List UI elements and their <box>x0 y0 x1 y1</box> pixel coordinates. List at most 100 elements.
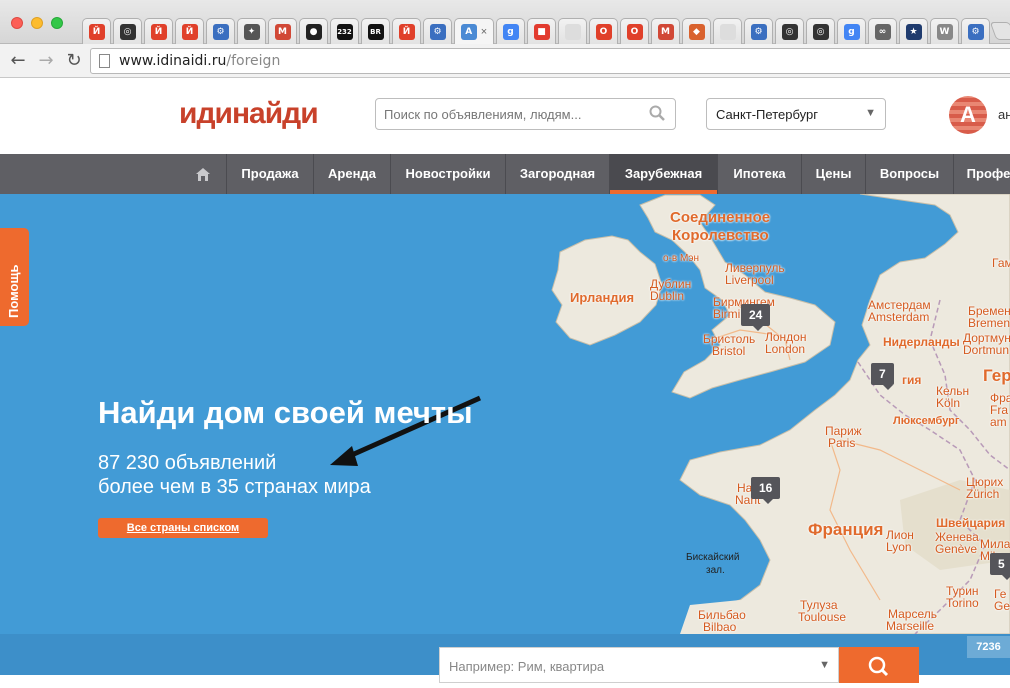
site-search-input[interactable]: Поиск по объявлениям, людям... <box>375 98 676 130</box>
browser-tab[interactable]: O <box>589 18 618 44</box>
nav-item-mortgage[interactable]: Ипотека <box>717 154 801 194</box>
map-marker-uk[interactable]: 24 <box>741 304 771 331</box>
browser-tab[interactable]: g <box>837 18 866 44</box>
foreign-search-placeholder: Например: Рим, квартира <box>449 659 605 674</box>
reload-icon[interactable]: ↻ <box>64 51 84 71</box>
nav-item-foreign[interactable]: Зарубежная <box>609 154 717 194</box>
yandex-icon: Й <box>398 23 415 40</box>
map-label-genoa-part-2: Ge <box>994 599 1010 613</box>
browser-tab[interactable]: M <box>651 18 680 44</box>
map-marker-benelux[interactable]: 7 <box>871 363 894 390</box>
map-label-bremen-en: Bremen <box>968 316 1010 330</box>
browser-tab[interactable]: ★ <box>899 18 928 44</box>
site-logo[interactable]: идинайди <box>179 97 319 131</box>
zoom-window-button[interactable] <box>51 17 63 29</box>
nav-item-prices[interactable]: Цены <box>801 154 865 194</box>
map-label-biscay-2: зал. <box>706 565 725 576</box>
url-text: www.idinaidi.ru/foreign <box>119 53 280 69</box>
city-select[interactable]: Санкт-Петербург ▼ <box>706 98 886 130</box>
chevron-down-icon: ▼ <box>865 107 876 119</box>
map-marker-italy[interactable]: 5 <box>990 553 1010 580</box>
br-icon: BR <box>367 23 384 40</box>
nav-item-new-buildings[interactable]: Новостройки <box>390 154 505 194</box>
github-icon: ● <box>305 23 322 40</box>
translate-icon: A <box>460 23 477 40</box>
map-label-turin-en: Torino <box>946 596 979 610</box>
map-label-uk-2: Королевство <box>672 227 769 244</box>
map-label-biscay: Бискайский <box>686 552 740 563</box>
opera-icon: O <box>595 23 612 40</box>
search-icon <box>868 656 889 677</box>
new-tab-button[interactable] <box>989 22 1010 40</box>
browser-tab[interactable]: ◎ <box>806 18 835 44</box>
foreign-search-input[interactable]: Например: Рим, квартира ▼ <box>439 647 839 683</box>
main-nav: Продажа Аренда Новостройки Загородная За… <box>0 154 1010 194</box>
browser-tab[interactable]: BR <box>361 18 390 44</box>
close-tab-icon[interactable]: × <box>481 26 487 38</box>
bird-icon: ✦ <box>243 23 260 40</box>
user-name[interactable]: ан <box>998 107 1010 122</box>
search-icon[interactable] <box>649 105 665 121</box>
help-tab[interactable]: Помощь <box>0 228 29 326</box>
chevron-down-icon[interactable]: ▼ <box>819 659 830 671</box>
close-window-button[interactable] <box>11 17 23 29</box>
gear-icon: ⚙ <box>212 23 229 40</box>
browser-tab[interactable] <box>558 18 587 44</box>
browser-tab[interactable]: ⚙ <box>206 18 235 44</box>
map-label-paris-en: Paris <box>828 436 856 450</box>
logo-part-a: иди <box>179 97 233 130</box>
browser-tab[interactable]: O <box>620 18 649 44</box>
nav-item-rent[interactable]: Аренда <box>313 154 390 194</box>
browser-tab[interactable]: ◎ <box>113 18 142 44</box>
browser-tab[interactable]: Й <box>144 18 173 44</box>
nav-item-sale[interactable]: Продажа <box>226 154 313 194</box>
browser-tab[interactable] <box>713 18 742 44</box>
gmail-icon: M <box>657 23 674 40</box>
blog-icon: ◎ <box>812 23 829 40</box>
browser-tab[interactable]: Й <box>82 18 111 44</box>
map-label-birmingham-en: Birmi <box>713 307 741 321</box>
browser-tab[interactable]: A × <box>454 18 494 44</box>
nav-item-professionals[interactable]: Профе <box>953 154 1010 194</box>
nav-item-country[interactable]: Загородная <box>505 154 609 194</box>
yandex-icon: Й <box>150 23 167 40</box>
browser-tab[interactable]: ◆ <box>682 18 711 44</box>
link-icon: ∞ <box>874 23 891 40</box>
map-marker-france[interactable]: 16 <box>751 477 781 504</box>
browser-tab[interactable]: Й <box>175 18 204 44</box>
browser-tab[interactable]: g <box>496 18 525 44</box>
browser-tab[interactable]: ✦ <box>237 18 266 44</box>
hero-listing-count: 87 230 объявлений <box>98 452 277 474</box>
home-icon[interactable] <box>189 165 217 183</box>
browser-tab[interactable]: ● <box>299 18 328 44</box>
browser-tab[interactable]: ⚙ <box>961 18 990 44</box>
minimize-window-button[interactable] <box>31 17 43 29</box>
browser-tab[interactable]: ⚙ <box>423 18 452 44</box>
opera-icon: O <box>626 23 643 40</box>
all-countries-button[interactable]: Все страны списком <box>98 518 268 538</box>
avatar-letter: A <box>960 102 976 127</box>
browser-tab[interactable]: Й <box>392 18 421 44</box>
map-label-geneva-en: Genève <box>935 542 978 556</box>
page-icon <box>99 54 110 68</box>
user-avatar[interactable]: A <box>949 96 987 134</box>
forward-icon[interactable]: → <box>36 51 56 71</box>
egg-icon: ◆ <box>688 23 705 40</box>
map-label-amsterdam-en: Amsterdam <box>868 310 930 324</box>
page-icon <box>564 23 581 40</box>
map-label-bristol-en: Bristol <box>712 344 746 358</box>
browser-tab[interactable]: ∞ <box>868 18 897 44</box>
foreign-search-button[interactable] <box>839 647 919 683</box>
browser-tab[interactable]: ■ <box>527 18 556 44</box>
browser-tab[interactable]: M <box>268 18 297 44</box>
browser-tab[interactable]: ◎ <box>775 18 804 44</box>
map-label-am-part: am <box>990 415 1007 429</box>
browser-tab[interactable]: W <box>930 18 959 44</box>
map-label-lyon-en: Lyon <box>886 540 912 554</box>
nav-item-questions[interactable]: Вопросы <box>865 154 953 194</box>
address-bar[interactable]: www.idinaidi.ru/foreign <box>90 48 1010 74</box>
back-icon[interactable]: ← <box>8 51 28 71</box>
site-header: идинайди Поиск по объявлениям, людям... … <box>0 79 1010 154</box>
browser-tab[interactable]: ⚙ <box>744 18 773 44</box>
browser-tab[interactable]: 232 <box>330 18 359 44</box>
